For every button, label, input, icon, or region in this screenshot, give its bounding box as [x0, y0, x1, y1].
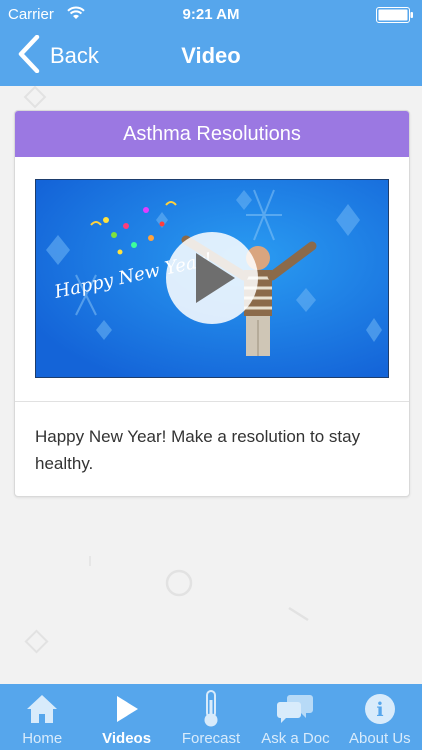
tab-ask-a-doc-label: Ask a Doc [261, 730, 330, 747]
info-icon: i [364, 692, 396, 726]
status-bar: Carrier 9:21 AM [0, 0, 422, 30]
tab-home-label: Home [22, 730, 63, 747]
clock: 9:21 AM [182, 6, 240, 23]
play-button[interactable] [166, 232, 258, 324]
tab-videos[interactable]: Videos [84, 684, 168, 750]
card-title: Asthma Resolutions [123, 122, 301, 145]
divider [15, 401, 409, 402]
tab-forecast-label: Forecast [181, 730, 241, 747]
tab-forecast[interactable]: Forecast [169, 684, 253, 750]
play-icon [114, 692, 140, 726]
tab-videos-label: Videos [102, 730, 152, 747]
navigation-bar: Back Video [0, 30, 422, 86]
page-title: Video [181, 43, 241, 68]
tab-home[interactable]: Home [0, 684, 84, 750]
video-player[interactable]: Happy New Year! [35, 179, 389, 378]
tab-ask-a-doc[interactable]: Ask a Doc [253, 684, 337, 750]
tab-about-us-label: About Us [348, 730, 411, 747]
video-thumbnail: Happy New Year! [36, 180, 388, 377]
video-description: Happy New Year! Make a resolution to sta… [35, 427, 361, 473]
thermometer-icon [201, 690, 221, 727]
tab-bar: Home Videos Forecast Ask a Doc i About U… [0, 684, 422, 750]
tab-about-us[interactable]: i About Us [338, 684, 422, 750]
house-icon [25, 692, 59, 726]
video-card: Asthma Resolutions Happy New Year! Happy… [14, 110, 410, 497]
svg-text:i: i [376, 699, 383, 721]
top-bar: Carrier 9:21 AM Back Video [0, 0, 422, 86]
card-header: Asthma Resolutions [15, 111, 409, 157]
chat-bubbles-icon [276, 692, 314, 726]
battery-icon [376, 7, 414, 23]
